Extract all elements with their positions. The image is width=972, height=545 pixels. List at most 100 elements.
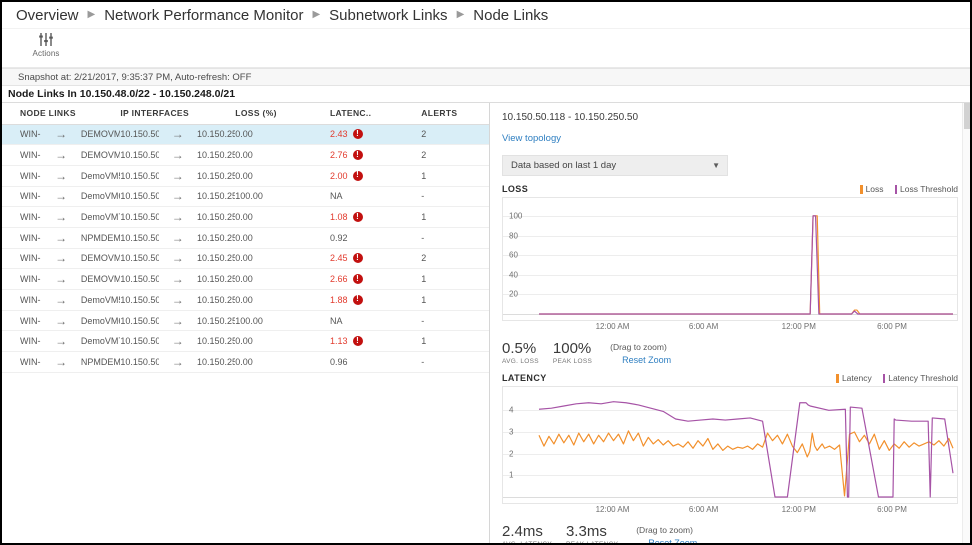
loss-reset-zoom-link[interactable]: Reset Zoom	[622, 355, 671, 365]
cell-alerts: 1	[421, 331, 489, 352]
scrollbar-thumb[interactable]	[964, 103, 970, 129]
cell-alerts: 1	[421, 290, 489, 311]
table-row[interactable]: WIN-DC5D..→DemoVM5.red..10.150.50...→10.…	[2, 165, 489, 186]
breadcrumb-item-network-performance-monitor[interactable]: Network Performance Monitor	[104, 7, 303, 24]
cell-latency: 1.13!	[330, 331, 421, 352]
table-row[interactable]: WIN-I8A8P...→NPMDEMO1.r..10.150.50...→10…	[2, 352, 489, 373]
column-header-alerts[interactable]: ALERTS	[421, 103, 489, 124]
peak-loss-label: PEAK LOSS	[553, 358, 592, 365]
arrow-right-icon: →	[159, 227, 197, 248]
cell-ip-a: 10.150.50...	[120, 124, 158, 145]
cell-node-b: DEMOVM3.red..	[81, 269, 120, 290]
cell-ip-b: 10.150.250.51	[197, 145, 235, 166]
actions-button[interactable]: Actions	[20, 29, 72, 58]
cell-node-b: DemoVM7.red..	[81, 331, 120, 352]
cell-ip-a: 10.150.50...	[120, 310, 158, 331]
table-row[interactable]: WIN-DC5D..→DemoVM7.red..10.150.50...→10.…	[2, 207, 489, 228]
cell-node-b: DemoVM5.red..	[81, 165, 120, 186]
table-row[interactable]: WIN-DC5D..→NPMDEMO1.r..10.150.50...→10.1…	[2, 227, 489, 248]
column-header-node-links[interactable]: NODE LINKS↑	[2, 103, 120, 124]
cell-ip-b: 10.150.250.51	[197, 269, 235, 290]
breadcrumb-item-overview[interactable]: Overview	[16, 7, 79, 24]
arrow-right-icon: →	[159, 331, 197, 352]
table-header: NODE LINKS↑ IP INTERFACES LOSS (%) LATEN…	[2, 103, 489, 124]
arrow-right-icon: →	[41, 331, 80, 352]
breadcrumb-separator-icon: ▶	[88, 10, 96, 20]
legend-item-latency-threshold: Latency Threshold	[883, 373, 958, 383]
cell-latency: NA	[330, 310, 421, 331]
chart-x-tick-label: 6:00 PM	[877, 322, 907, 331]
latency-chart-title: LATENCY	[502, 373, 547, 383]
chart-series-line	[539, 216, 953, 314]
table-row[interactable]: WIN-DC5D..→DEMOVM2.red..10.150.50...→10.…	[2, 124, 489, 145]
alert-icon: !	[353, 295, 363, 305]
arrow-right-icon: →	[159, 269, 197, 290]
latency-reset-zoom-link[interactable]: Reset Zoom	[648, 538, 697, 545]
avg-loss-stat: 0.5% AVG. LOSS	[502, 341, 539, 365]
latency-chart[interactable]: 1234	[502, 386, 958, 504]
table-row[interactable]: WIN-I8A8P...→DemoVM6.red..10.150.50...→1…	[2, 310, 489, 331]
arrow-right-icon: →	[41, 186, 80, 207]
cell-ip-b: 10.150.251.186	[197, 227, 235, 248]
content-split: NODE LINKS↑ IP INTERFACES LOSS (%) LATEN…	[2, 103, 970, 545]
cell-ip-b: 10.150.250.53	[197, 165, 235, 186]
latency-chart-legend: Latency Latency Threshold	[836, 373, 958, 383]
cell-loss: 0.00	[235, 331, 330, 352]
table-row[interactable]: WIN-DC5D..→DEMOVM3.red..10.150.50...→10.…	[2, 145, 489, 166]
cell-ip-b: 10.150.250.50	[197, 124, 235, 145]
cell-node-a: WIN-I8A8P...	[2, 331, 41, 352]
view-topology-link[interactable]: View topology	[502, 133, 561, 144]
alert-icon: !	[353, 253, 363, 263]
alert-icon: !	[353, 336, 363, 346]
cell-ip-b: 10.150.251.186	[197, 352, 235, 373]
loss-chart[interactable]: 20406080100	[502, 197, 958, 321]
table-row[interactable]: WIN-I8A8P...→DEMOVM3.red..10.150.50...→1…	[2, 269, 489, 290]
alert-icon: !	[353, 150, 363, 160]
chart-x-tick-label: 6:00 AM	[689, 322, 718, 331]
table-row[interactable]: WIN-I8A8P...→DemoVM7.red..10.150.50...→1…	[2, 331, 489, 352]
cell-ip-a: 10.150.50...	[120, 290, 158, 311]
breadcrumb-item-subnetwork-links[interactable]: Subnetwork Links	[329, 7, 447, 24]
table-row[interactable]: WIN-I8A8P...→DEMOVM2.red..10.150.50...→1…	[2, 248, 489, 269]
cell-ip-a: 10.150.50...	[120, 269, 158, 290]
arrow-right-icon: →	[159, 186, 197, 207]
cell-loss: 0.00	[235, 352, 330, 373]
peak-latency-label: PEAK LATENCY	[566, 541, 618, 545]
cell-node-a: WIN-DC5D..	[2, 186, 41, 207]
column-header-ip-interfaces[interactable]: IP INTERFACES	[120, 103, 235, 124]
cell-alerts: -	[421, 186, 489, 207]
latency-stats: 2.4ms AVG. LATENCY 3.3ms PEAK LATENCY (D…	[502, 524, 958, 545]
chart-series-line	[539, 402, 953, 497]
table-row[interactable]: WIN-I8A8P...→DemoVM5.red..10.150.50...→1…	[2, 290, 489, 311]
cell-latency: 1.08!	[330, 207, 421, 228]
cell-loss: 100.00	[235, 186, 330, 207]
cell-latency: 0.96	[330, 352, 421, 373]
cell-node-a: WIN-I8A8P...	[2, 248, 41, 269]
table-row[interactable]: WIN-DC5D..→DemoVM6.red..10.150.50...→10.…	[2, 186, 489, 207]
cell-alerts: 1	[421, 269, 489, 290]
alert-icon: !	[353, 171, 363, 181]
cell-loss: 0.00	[235, 248, 330, 269]
arrow-right-icon: →	[41, 290, 80, 311]
time-range-select[interactable]: Data based on last 1 day ▼	[502, 155, 728, 176]
chart-x-tick-label: 12:00 AM	[596, 322, 630, 331]
cell-node-b: DemoVM6.red..	[81, 186, 120, 207]
chart-series-line	[539, 216, 953, 314]
legend-swatch-latency-threshold	[883, 374, 886, 383]
cell-alerts: -	[421, 352, 489, 373]
cell-node-b: NPMDEMO1.r..	[81, 352, 120, 373]
cell-latency: 2.76!	[330, 145, 421, 166]
cell-node-a: WIN-DC5D..	[2, 124, 41, 145]
link-detail-panel: 10.150.50.118 - 10.150.250.50 View topol…	[490, 103, 970, 545]
cell-latency: 2.66!	[330, 269, 421, 290]
breadcrumb-item-node-links[interactable]: Node Links	[473, 7, 548, 24]
cell-ip-b: 10.150.250.50	[197, 248, 235, 269]
time-range-value: Data based on last 1 day	[511, 160, 616, 171]
column-header-loss[interactable]: LOSS (%)	[235, 103, 330, 124]
peak-latency-stat: 3.3ms PEAK LATENCY	[566, 524, 618, 545]
column-header-latency[interactable]: LATENC..	[330, 103, 421, 124]
loss-chart-xaxis: 12:00 AM6:00 AM12:00 PM6:00 PM	[502, 321, 958, 335]
cell-loss: 0.00	[235, 207, 330, 228]
detail-scrollbar[interactable]	[962, 103, 970, 545]
cell-loss: 0.00	[235, 124, 330, 145]
